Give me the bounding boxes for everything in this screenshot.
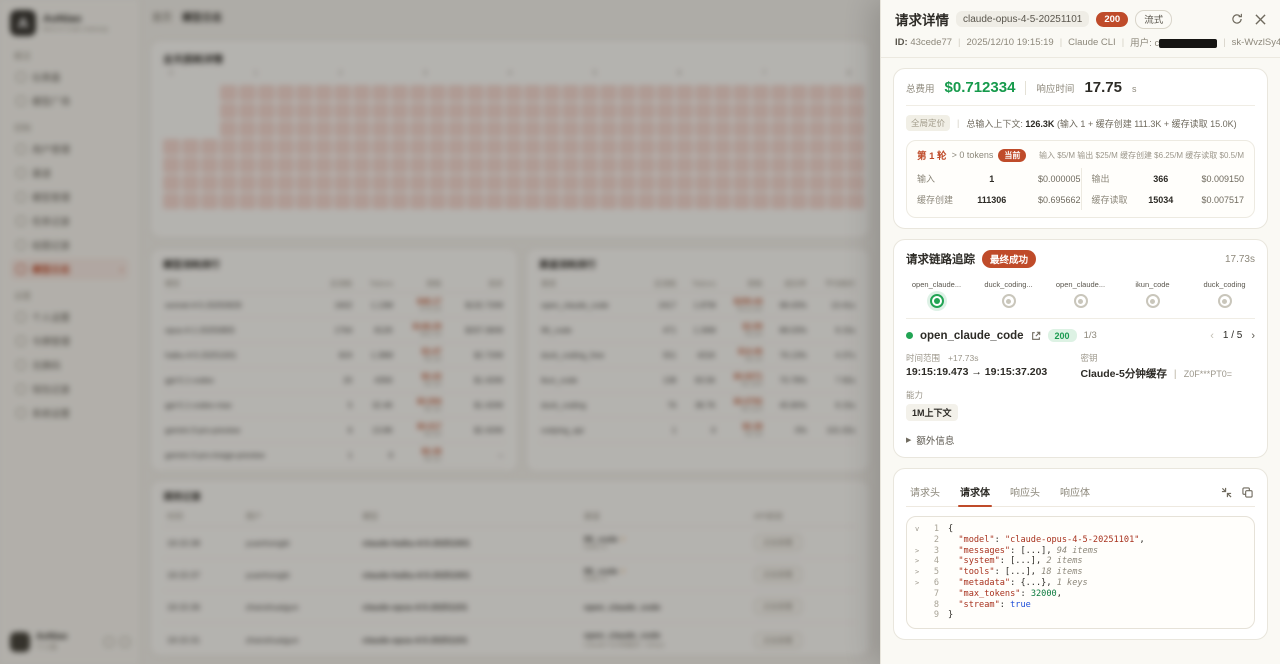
json-viewer[interactable]: v1{2 "model": "claude-opus-4-5-20251101"… [906,516,1255,629]
round-tokens: > 0 tokens [952,150,994,160]
time-range-value: 19:15:19.473 → 19:15:37.203 [906,366,1081,378]
user-field: 用户: c [1130,35,1217,49]
response-time-label: 响应时间 [1036,81,1074,95]
round-label: 第 1 轮 [917,148,947,162]
trace-duration: 17.73s [1225,254,1255,265]
channel-name: open_claude_code [920,330,1024,342]
attempt-count: 1/3 [1084,330,1097,341]
trace-node[interactable]: open_claude... [1053,280,1109,308]
request-meta-row: ID: 43cede77 | 2025/12/10 19:15:19 | Cla… [881,35,1280,58]
code-line: >5 "tools": [...], 18 items [915,567,1246,578]
pricing-scope-chip: 全局定价 [906,115,950,131]
current-round-badge: 当前 [998,149,1026,162]
trace-node[interactable]: open_claude... [909,280,965,308]
code-line: 8 "stream": true [915,600,1246,611]
client-name: Claude CLI [1068,37,1116,48]
copy-icon[interactable] [1242,487,1253,498]
capability-chip: 1M上下文 [906,404,958,421]
usage-cell-0: 输入1$0.000005 [917,168,1081,189]
extra-info-label: 额外信息 [916,433,954,447]
code-line: 2 "model": "claude-opus-4-5-20251101", [915,535,1246,546]
trace-status-badge: 最终成功 [982,250,1036,268]
pricing-rates: 输入 $5/M 输出 $25/M 缓存创建 $6.25/M 缓存读取 $0.5/… [1039,150,1244,161]
expand-triangle-icon: ▶ [906,436,911,444]
drawer-title: 请求详情 [895,9,949,29]
tab-3[interactable]: 响应体 [1058,479,1092,506]
key-masked: Z0F***PT0= [1184,369,1232,379]
key-block: 密钥 Claude-5分钟缓存 | Z0F***PT0= [1081,352,1256,381]
total-cost-value: $0.712334 [945,79,1016,96]
code-line: 7 "max_tokens": 32000, [915,589,1246,600]
request-detail-drawer: 请求详情 claude-opus-4-5-20251101 200 流式 ID:… [880,0,1280,664]
trace-title: 请求链路追踪 [906,251,975,267]
key-name: Claude-5分钟缓存 [1081,366,1167,381]
code-line: >3 "messages": [...], 94 items [915,546,1246,557]
page-indicator: 1 / 5 [1223,330,1242,341]
close-icon[interactable] [1255,14,1266,25]
response-time-unit: s [1132,84,1137,94]
code-line: v1{ [915,524,1246,535]
trace-node-icon [1074,294,1088,308]
time-delta: +17.73s [948,353,979,363]
next-page-icon[interactable]: › [1251,330,1255,342]
api-key-masked: sk-WvzlSy4...uwgB [1232,37,1280,48]
token-usage-grid: 输入1$0.000005输出366$0.009150缓存创建111306$0.6… [917,168,1244,210]
id-label: ID: [895,37,908,48]
attempt-status-badge: 200 [1048,329,1077,342]
trace-nodes: open_claude... duck_coding... open_claude.… [906,280,1255,308]
time-range-label: 时间范围 [906,352,940,364]
success-dot-icon [906,332,913,339]
collapse-all-icon[interactable] [1221,487,1232,498]
prev-page-icon[interactable]: ‹ [1210,330,1214,342]
external-link-icon[interactable] [1031,331,1041,341]
request-id: 43cede77 [910,37,952,48]
tab-0[interactable]: 请求头 [908,479,942,506]
stream-badge: 流式 [1135,10,1172,29]
usage-cell-2: 缓存创建111306$0.695662 [917,189,1081,210]
trace-node-icon [1002,294,1016,308]
usage-cell-3: 缓存读取15034$0.007517 [1081,189,1245,210]
payload-tab-icons [1221,487,1253,498]
trace-node[interactable]: ikun_code [1125,280,1181,308]
total-cost-label: 总费用 [906,81,935,95]
code-line: >4 "system": [...], 2 items [915,556,1246,567]
response-time-value: 17.75 [1084,79,1122,96]
trace-node-icon [1218,294,1232,308]
model-name-chip: claude-opus-4-5-20251101 [956,11,1089,27]
trace-node[interactable]: duck_coding [1197,280,1253,308]
tab-1[interactable]: 请求体 [958,479,992,506]
status-badge: 200 [1096,12,1128,27]
payload-card: 请求头请求体响应头响应体 v1{2 "model": "claude-opus-… [893,468,1268,640]
payload-tabs: 请求头请求体响应头响应体 [906,479,1255,507]
trace-node[interactable]: duck_coding... [981,280,1037,308]
trace-node-icon [930,294,944,308]
request-timestamp: 2025/12/10 19:15:19 [967,37,1054,48]
extra-info-toggle[interactable]: ▶ 额外信息 [906,433,1255,447]
usage-cell-1: 输出366$0.009150 [1081,168,1245,189]
capability-block: 能力 1M上下文 [906,389,1081,421]
token-usage-box: 第 1 轮 > 0 tokens 当前 输入 $5/M 输出 $25/M 缓存创… [906,140,1255,218]
trace-detail: open_claude_code 200 1/3 ‹ 1 / 5 › 时间 [906,318,1255,447]
redacted-username [1159,39,1217,48]
cost-summary-card: 总费用 $0.712334 响应时间 17.75 s 全局定价 | 总输入上下文… [893,68,1268,229]
trace-node-icon [1146,294,1160,308]
code-line: >6 "metadata": {...}, 1 keys [915,578,1246,589]
tab-2[interactable]: 响应头 [1008,479,1042,506]
key-label: 密钥 [1081,352,1098,364]
refresh-icon[interactable] [1231,13,1243,25]
trace-card: 请求链路追踪 最终成功 17.73s open_claude... duck_co… [893,239,1268,458]
context-total-line: 总输入上下文: 126.3K (输入 1 + 缓存创建 111.3K + 缓存读… [966,117,1236,130]
code-line: 9} [915,610,1246,621]
time-range-block: 时间范围 +17.73s 19:15:19.473 → 19:15:37.203 [906,352,1081,381]
capability-label: 能力 [906,389,923,401]
